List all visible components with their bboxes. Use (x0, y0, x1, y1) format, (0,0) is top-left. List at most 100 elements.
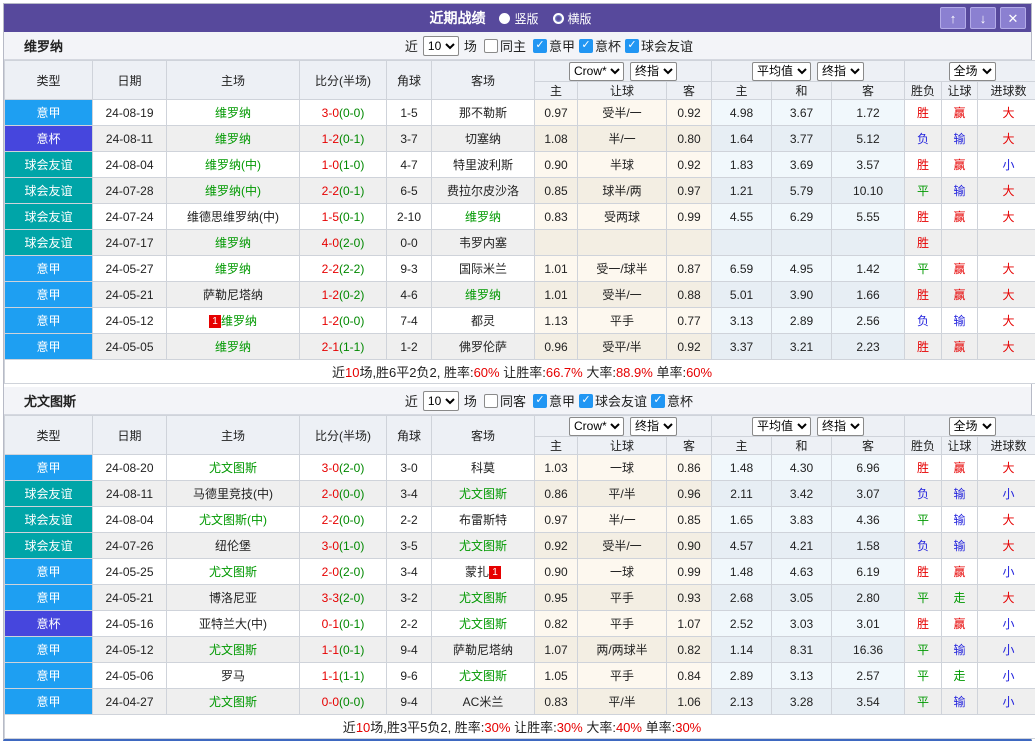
summary-text: 40% (616, 720, 642, 735)
avg-home-odds-cell: 3.13 (712, 308, 772, 334)
home-team-cell: 亚特兰大(中) (167, 611, 300, 637)
team-name-text: 蒙扎 (465, 565, 489, 579)
match-type-cell: 球会友谊 (5, 204, 93, 230)
avg-home-odds-cell: 1.14 (712, 637, 772, 663)
score-cell: 1-2(0-0) (300, 308, 387, 334)
league-filter-checkbox[interactable]: ✓球会友谊 (579, 391, 647, 410)
summary-text: 66.7% (546, 365, 583, 380)
average-select-group: 平均值终指 (712, 416, 905, 437)
result-handicap-cell: 输 (942, 126, 978, 152)
sub-header-avg-away: 客 (832, 82, 905, 100)
average-select[interactable]: 平均值 (752, 62, 811, 81)
result-handicap-cell: 输 (942, 481, 978, 507)
halftime-score: (1-0) (339, 539, 364, 553)
bookmaker-select[interactable]: Crow* (569, 417, 624, 436)
period-select[interactable]: 全场 (949, 62, 996, 81)
match-type-cell: 意甲 (5, 663, 93, 689)
home-team-cell: 维罗纳 (167, 334, 300, 360)
average-select[interactable]: 平均值 (752, 417, 811, 436)
result-handicap-cell: 赢 (942, 611, 978, 637)
sub-header-avg-draw: 和 (772, 82, 832, 100)
halftime-score: (2-0) (339, 236, 364, 250)
table-row: 意甲 24-05-27 维罗纳 2-2(2-2) 9-3 国际米兰 1.01 受… (5, 256, 1035, 282)
result-wdl-cell: 胜 (905, 559, 942, 585)
league-filter-checkbox[interactable]: ✓意杯 (579, 36, 621, 55)
crow-home-odds-cell: 0.83 (535, 689, 578, 715)
col-header-home: 主场 (167, 416, 300, 455)
move-up-button[interactable]: ↑ (940, 7, 966, 29)
league-filters: ✓意甲✓球会友谊✓意杯 (529, 391, 693, 410)
match-date-cell: 24-08-04 (93, 507, 167, 533)
fulltime-score: 3-3 (322, 591, 339, 605)
match-type-cell: 意甲 (5, 256, 93, 282)
same-venue-filter[interactable]: 同主 (484, 36, 526, 55)
result-wdl-cell: 胜 (905, 611, 942, 637)
average-time-select[interactable]: 终指 (817, 417, 864, 436)
fulltime-score: 0-1 (322, 617, 339, 631)
league-filter-checkbox[interactable]: ✓意杯 (651, 391, 693, 410)
result-wdl-cell: 胜 (905, 282, 942, 308)
match-count-select[interactable]: 10 (423, 36, 459, 56)
team-name-text: 马德里竞技(中) (193, 487, 273, 501)
summary-text: 让胜率: (510, 720, 556, 735)
score-cell: 1-0(1-0) (300, 152, 387, 178)
bookmaker-select[interactable]: Crow* (569, 62, 624, 81)
team-section-verona: 维罗纳 近 10 场 同主 ✓意甲✓意杯✓球会友谊 类型 (4, 32, 1031, 384)
sub-header-avg-draw: 和 (772, 437, 832, 455)
avg-away-odds-cell: 6.19 (832, 559, 905, 585)
table-row: 意甲 24-04-27 尤文图斯 0-0(0-0) 9-4 AC米兰 0.83 … (5, 689, 1035, 715)
table-row: 意杯 24-08-11 维罗纳 1-2(0-1) 3-7 切塞纳 1.08 半/… (5, 126, 1035, 152)
league-filter-checkbox[interactable]: ✓意甲 (533, 36, 575, 55)
fulltime-score: 1-1 (322, 669, 339, 683)
away-team-cell: 尤文图斯 (432, 611, 535, 637)
match-type-cell: 意甲 (5, 559, 93, 585)
corner-cell: 6-5 (387, 178, 432, 204)
summary-text: 60% (474, 365, 500, 380)
handicap-cell: 球半/两 (578, 178, 667, 204)
summary-row: 近10场,胜6平2负2, 胜率:60% 让胜率:66.7% 大率:88.9% 单… (5, 360, 1035, 384)
handicap-cell: 平/半 (578, 481, 667, 507)
result-handicap-cell: 赢 (942, 334, 978, 360)
avg-draw-odds-cell: 2.89 (772, 308, 832, 334)
fulltime-score: 4-0 (322, 236, 339, 250)
average-time-select[interactable]: 终指 (817, 62, 864, 81)
match-date-cell: 24-05-21 (93, 282, 167, 308)
result-wdl-cell: 负 (905, 481, 942, 507)
radio-selected-icon (499, 13, 510, 24)
odds-time-select[interactable]: 终指 (630, 417, 677, 436)
checkbox-checked-icon: ✓ (579, 39, 593, 53)
team-name-text: 维罗纳 (221, 314, 257, 328)
team-name-text: 维罗纳 (215, 262, 251, 276)
checkbox-checked-icon: ✓ (625, 39, 639, 53)
handicap-cell: 平手 (578, 308, 667, 334)
halftime-score: (1-0) (339, 158, 364, 172)
corner-cell: 3-4 (387, 481, 432, 507)
close-button[interactable]: ✕ (1000, 7, 1026, 29)
crow-home-odds-cell: 0.85 (535, 178, 578, 204)
team-name-text: 韦罗内塞 (459, 236, 507, 250)
team-name: 维罗纳 (24, 36, 63, 55)
league-filter-checkbox[interactable]: ✓球会友谊 (625, 36, 693, 55)
match-type-cell: 球会友谊 (5, 178, 93, 204)
league-filter-checkbox[interactable]: ✓意甲 (533, 391, 575, 410)
corner-cell: 7-4 (387, 308, 432, 334)
result-handicap-cell: 输 (942, 689, 978, 715)
table-row: 球会友谊 24-07-17 维罗纳 4-0(2-0) 0-0 韦罗内塞 胜 (5, 230, 1035, 256)
result-goals-cell: 大 (978, 126, 1035, 152)
view-option-vertical[interactable]: 竖版 (499, 10, 538, 27)
same-venue-filter[interactable]: 同客 (484, 391, 526, 410)
match-count-select[interactable]: 10 (423, 391, 459, 411)
odds-time-select[interactable]: 终指 (630, 62, 677, 81)
crow-away-odds-cell: 0.88 (667, 282, 712, 308)
view-option-horizontal[interactable]: 横版 (553, 10, 592, 27)
move-down-button[interactable]: ↓ (970, 7, 996, 29)
away-team-cell: 佛罗伦萨 (432, 334, 535, 360)
sub-header-avg-away: 客 (832, 437, 905, 455)
score-cell: 2-2(2-2) (300, 256, 387, 282)
match-type-cell: 意甲 (5, 308, 93, 334)
table-row: 意甲 24-08-19 维罗纳 3-0(0-0) 1-5 那不勒斯 0.97 受… (5, 100, 1035, 126)
period-select[interactable]: 全场 (949, 417, 996, 436)
league-filter-label: 意甲 (549, 391, 575, 410)
table-row: 意甲 24-08-20 尤文图斯 3-0(2-0) 3-0 科莫 1.03 一球… (5, 455, 1035, 481)
halftime-score: (0-0) (339, 106, 364, 120)
